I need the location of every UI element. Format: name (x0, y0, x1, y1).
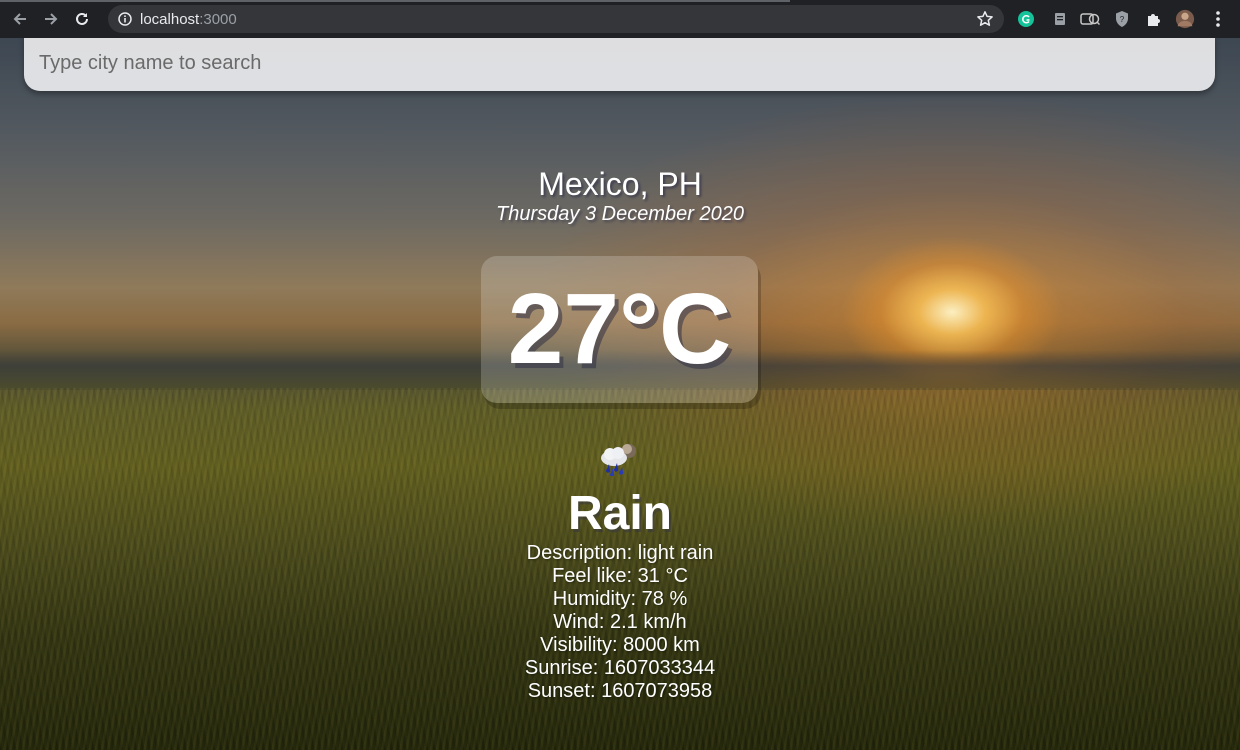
reload-icon[interactable] (71, 8, 93, 30)
detail-description: Description: light rain (526, 542, 714, 564)
grammarly-extension-icon[interactable] (1016, 9, 1036, 29)
more-menu-icon[interactable] (1208, 9, 1228, 29)
detail-wind: Wind: 2.1 km/h (553, 611, 687, 633)
profile-avatar[interactable] (1175, 9, 1195, 29)
document-extension-icon[interactable] (1050, 9, 1070, 29)
page-load-progress (0, 0, 790, 2)
rain-cloud-icon (601, 444, 636, 476)
forward-icon[interactable] (40, 8, 62, 30)
bookmark-star-icon[interactable] (976, 10, 994, 28)
current-date: Thursday 3 December 2020 (496, 203, 744, 225)
shield-extension-icon[interactable]: ? (1112, 9, 1132, 29)
weather-app: Mexico, PH Thursday 3 December 2020 27°C… (0, 38, 1240, 750)
back-icon[interactable] (9, 8, 31, 30)
address-bar[interactable]: localhost:3000 (108, 5, 1004, 33)
detail-feels-like: Feel like: 31 °C (552, 565, 688, 587)
weather-details: Description: light rain Feel like: 31 °C… (0, 542, 1240, 703)
url-text: localhost:3000 (140, 11, 237, 28)
location-name: Mexico, PH (538, 166, 702, 202)
detail-humidity: Humidity: 78 % (552, 588, 688, 610)
url-host: localhost (140, 10, 200, 28)
city-search-input[interactable] (24, 52, 1215, 75)
temperature-value: 27°C (507, 273, 732, 385)
browser-toolbar: localhost:3000 ? (0, 0, 1240, 38)
detail-visibility: Visibility: 8000 km (540, 634, 700, 656)
puzzle-extensions-icon[interactable] (1144, 9, 1164, 29)
url-port: :3000 (199, 10, 237, 28)
translate-extension-icon[interactable] (1080, 9, 1100, 29)
search-box (24, 38, 1215, 91)
temperature-card: 27°C (481, 256, 758, 403)
svg-text:?: ? (1120, 15, 1125, 24)
detail-sunrise: Sunrise: 1607033344 (524, 657, 716, 679)
detail-sunset: Sunset: 1607073958 (527, 680, 713, 702)
info-icon[interactable] (118, 12, 132, 26)
weather-condition: Rain (567, 487, 672, 540)
